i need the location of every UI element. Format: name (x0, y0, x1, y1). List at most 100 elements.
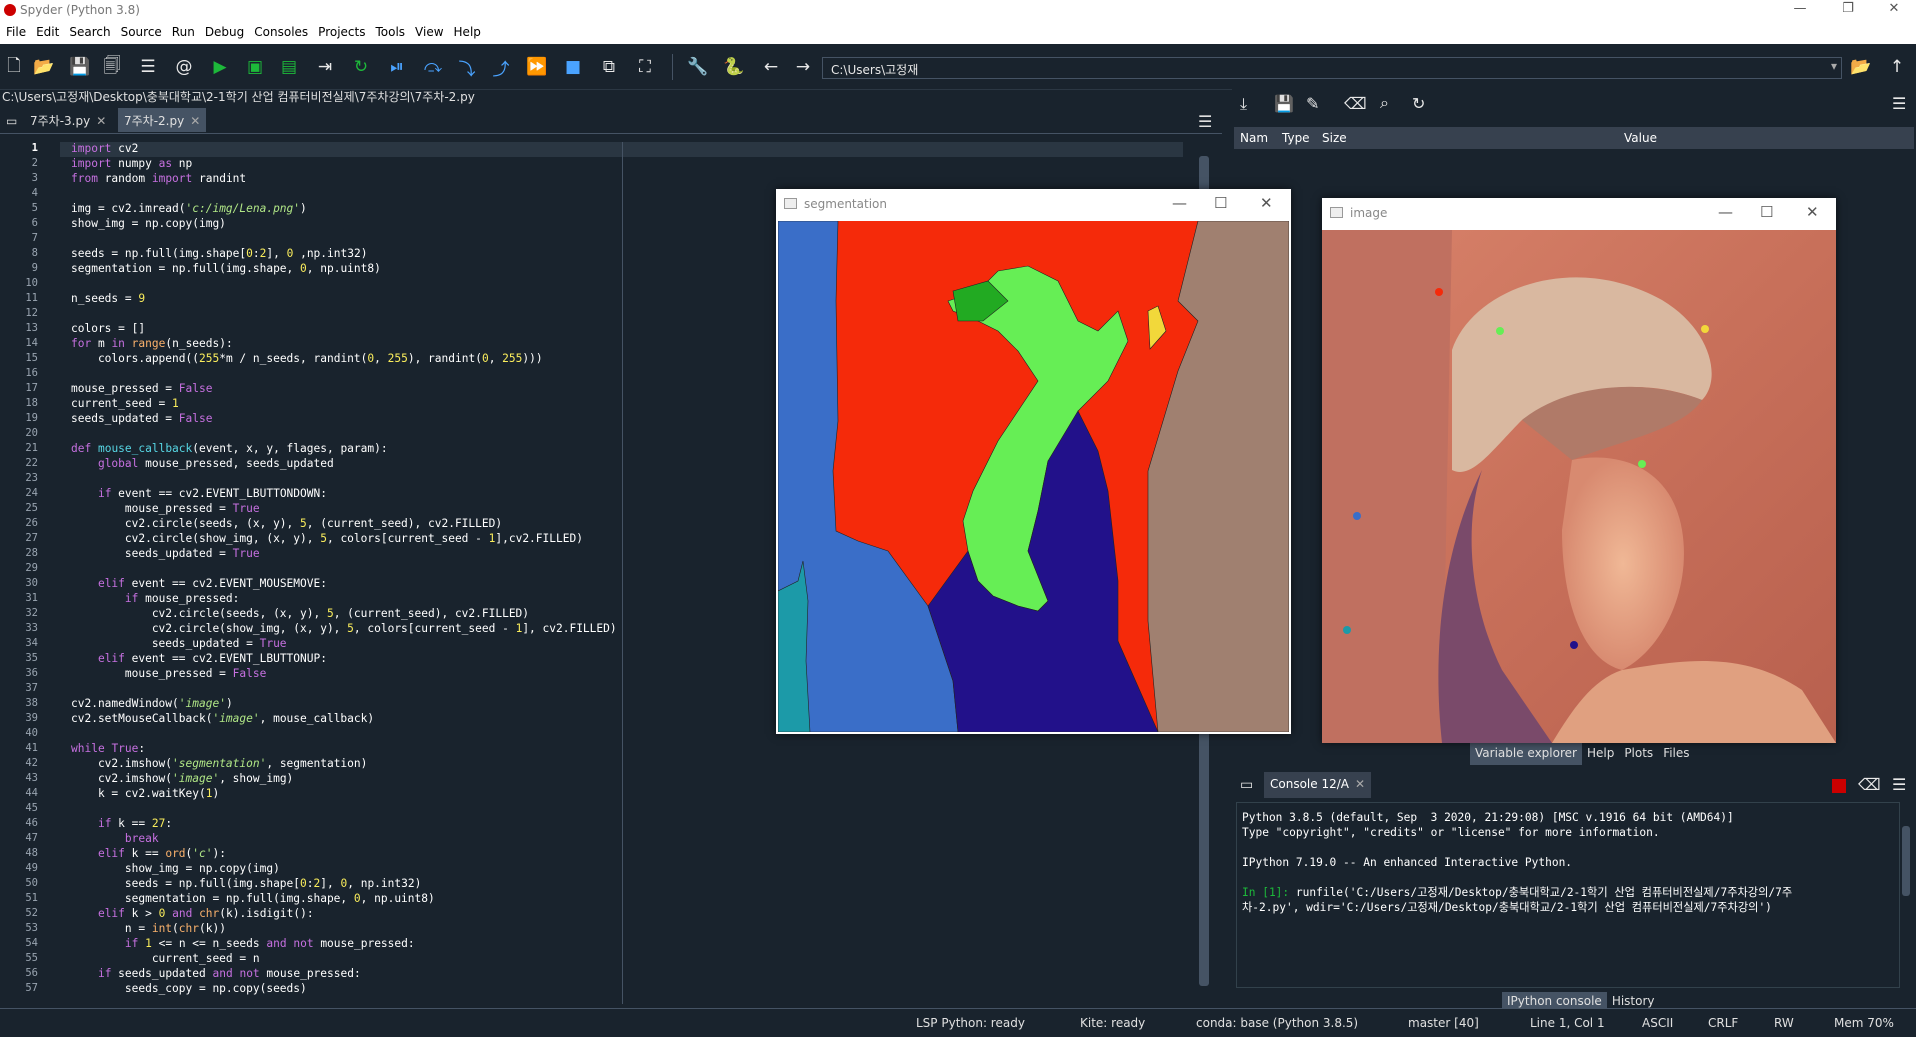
fullscreen-icon[interactable]: ⛶ (634, 56, 656, 78)
parent-directory-icon[interactable]: ↑ (1886, 56, 1908, 78)
menu-source[interactable]: Source (115, 20, 162, 44)
search-icon[interactable]: ⌕ (1380, 93, 1389, 113)
step-into-icon[interactable]: ⤵ (456, 56, 478, 80)
segmentation-window[interactable]: segmentation — ☐ ✕ (776, 189, 1291, 734)
debug-icon[interactable]: ⏯ (386, 56, 408, 78)
menu-file[interactable]: File (0, 20, 26, 44)
line-number: 14 (25, 337, 38, 349)
kite-status: Kite: ready (1080, 1016, 1146, 1030)
eraser-icon[interactable]: ⌫ (1344, 94, 1367, 113)
line-number: 46 (25, 817, 38, 829)
save-icon[interactable]: 💾 (69, 56, 91, 78)
forward-arrow-icon[interactable]: → (792, 56, 814, 78)
browse-tabs-icon[interactable]: ▭ (1240, 777, 1253, 793)
code-line: elif k > 0 and chr(k).isdigit(): (97, 907, 314, 920)
minimize-icon[interactable]: — (1718, 203, 1733, 221)
menu-tools[interactable]: Tools (369, 20, 405, 44)
run-selection-icon[interactable]: ⇥ (314, 56, 336, 78)
step-return-icon[interactable]: ⤴ (490, 56, 512, 80)
run-cell-advance-icon[interactable]: ▤ (278, 56, 300, 78)
menu-consoles[interactable]: Consoles (248, 20, 308, 44)
close-icon[interactable]: ✕ (1874, 0, 1914, 20)
at-icon[interactable]: @ (173, 56, 195, 78)
menu-debug[interactable]: Debug (199, 20, 244, 44)
menu-edit[interactable]: Edit (30, 20, 59, 44)
minimize-icon[interactable]: — (1172, 194, 1187, 212)
editor-file-path: C:\Users\고정재\Desktop\충북대학교\2-1학기 산업 컴퓨터비… (2, 90, 475, 104)
image-title-bar[interactable]: image — ☐ ✕ (1322, 198, 1836, 229)
console-tab[interactable]: Console 12/A ✕ (1264, 772, 1372, 798)
maximize-icon[interactable]: ☐ (1214, 194, 1227, 212)
close-tab-icon[interactable]: ✕ (1355, 777, 1365, 791)
continue-icon[interactable]: ⏩ (526, 56, 548, 78)
save-data-icon[interactable]: 💾 (1274, 94, 1294, 113)
rerun-icon[interactable]: ↻ (350, 56, 372, 78)
column-name[interactable]: Nam (1240, 131, 1268, 145)
image-window[interactable]: image — ☐ ✕ (1322, 198, 1836, 743)
menu-help[interactable]: Help (448, 20, 481, 44)
run-icon[interactable]: ▶ (209, 56, 231, 78)
line-number: 36 (25, 667, 38, 679)
new-file-icon[interactable]: 🗋 (3, 56, 25, 78)
close-tab-icon[interactable]: ✕ (190, 114, 200, 128)
save-as-icon[interactable]: ✎ (1306, 94, 1319, 113)
code-line: img = cv2.imread('c:/img/Lena.png') (71, 202, 307, 215)
line-number: 10 (25, 277, 38, 289)
options-menu-icon[interactable]: ☰ (1892, 775, 1906, 794)
tab-variable-explorer[interactable]: Variable explorer (1470, 743, 1582, 765)
close-tab-icon[interactable]: ✕ (96, 114, 106, 128)
tab-7week-2[interactable]: 7주차-2.py ✕ (118, 108, 207, 132)
step-icon[interactable]: ⤼ (422, 56, 444, 78)
column-size[interactable]: Size (1322, 131, 1347, 145)
tab-help[interactable]: Help (1582, 743, 1619, 765)
console-line: IPython 7.19.0 -- An enhanced Interactiv… (1242, 856, 1573, 869)
close-icon[interactable]: ✕ (1806, 203, 1819, 221)
code-line: n_seeds = 9 (71, 292, 146, 305)
back-arrow-icon[interactable]: ← (760, 56, 782, 78)
segmentation-image[interactable] (778, 221, 1289, 732)
refresh-icon[interactable]: ↻ (1412, 94, 1425, 113)
stop-kernel-icon[interactable] (1832, 779, 1846, 793)
line-number: 50 (25, 877, 38, 889)
menu-search[interactable]: Search (63, 20, 110, 44)
list-icon[interactable]: ☰ (137, 56, 159, 78)
tab-browse-icon[interactable]: ▭ (0, 110, 23, 134)
console-scrollbar[interactable] (1902, 826, 1910, 896)
tab-plots[interactable]: Plots (1619, 743, 1658, 765)
menu-view[interactable]: View (409, 20, 443, 44)
title-bar: Spyder (Python 3.8) — ❐ ✕ (0, 0, 1916, 20)
segmentation-title-bar[interactable]: segmentation — ☐ ✕ (776, 189, 1291, 220)
code-line: break (124, 832, 159, 845)
column-value[interactable]: Value (1624, 131, 1657, 145)
stop-icon[interactable]: ■ (562, 56, 584, 78)
maximize-pane-icon[interactable]: ⧉ (598, 56, 620, 78)
file-encoding: ASCII (1642, 1016, 1674, 1030)
browse-folder-icon[interactable]: 📂 (1850, 56, 1872, 78)
line-number: 22 (25, 457, 38, 469)
code-line: cv2.imshow('image', show_img) (71, 772, 294, 785)
tab-files[interactable]: Files (1658, 743, 1694, 765)
open-file-icon[interactable]: 📂 (33, 56, 55, 78)
menu-projects[interactable]: Projects (312, 20, 365, 44)
python-path-icon[interactable]: 🐍 (723, 56, 745, 78)
options-menu-icon[interactable]: ☰ (1192, 108, 1218, 132)
working-directory-input[interactable]: C:\Users\고정재 ▾ (822, 57, 1842, 79)
save-all-icon[interactable]: 🗐 (101, 56, 123, 78)
code-line: seeds_updated = False (71, 412, 213, 425)
close-icon[interactable]: ✕ (1260, 194, 1273, 212)
lena-image[interactable] (1322, 230, 1836, 743)
line-number: 56 (25, 967, 38, 979)
maximize-icon[interactable]: ☐ (1760, 203, 1773, 221)
menu-run[interactable]: Run (166, 20, 195, 44)
wrench-icon[interactable]: 🔧 (687, 56, 709, 78)
eraser-icon[interactable]: ⌫ (1858, 775, 1881, 794)
options-menu-icon[interactable]: ☰ (1892, 94, 1906, 113)
restore-icon[interactable]: ❐ (1828, 0, 1868, 20)
column-type[interactable]: Type (1282, 131, 1310, 145)
minimize-icon[interactable]: — (1780, 0, 1820, 20)
import-data-icon[interactable]: ⤓ (1240, 94, 1247, 114)
chevron-down-icon[interactable]: ▾ (1831, 59, 1837, 73)
run-cell-icon[interactable]: ▣ (244, 56, 266, 78)
code-line: seeds_updated = True (71, 547, 260, 560)
tab-7week-3[interactable]: 7주차-3.py ✕ (24, 108, 112, 132)
